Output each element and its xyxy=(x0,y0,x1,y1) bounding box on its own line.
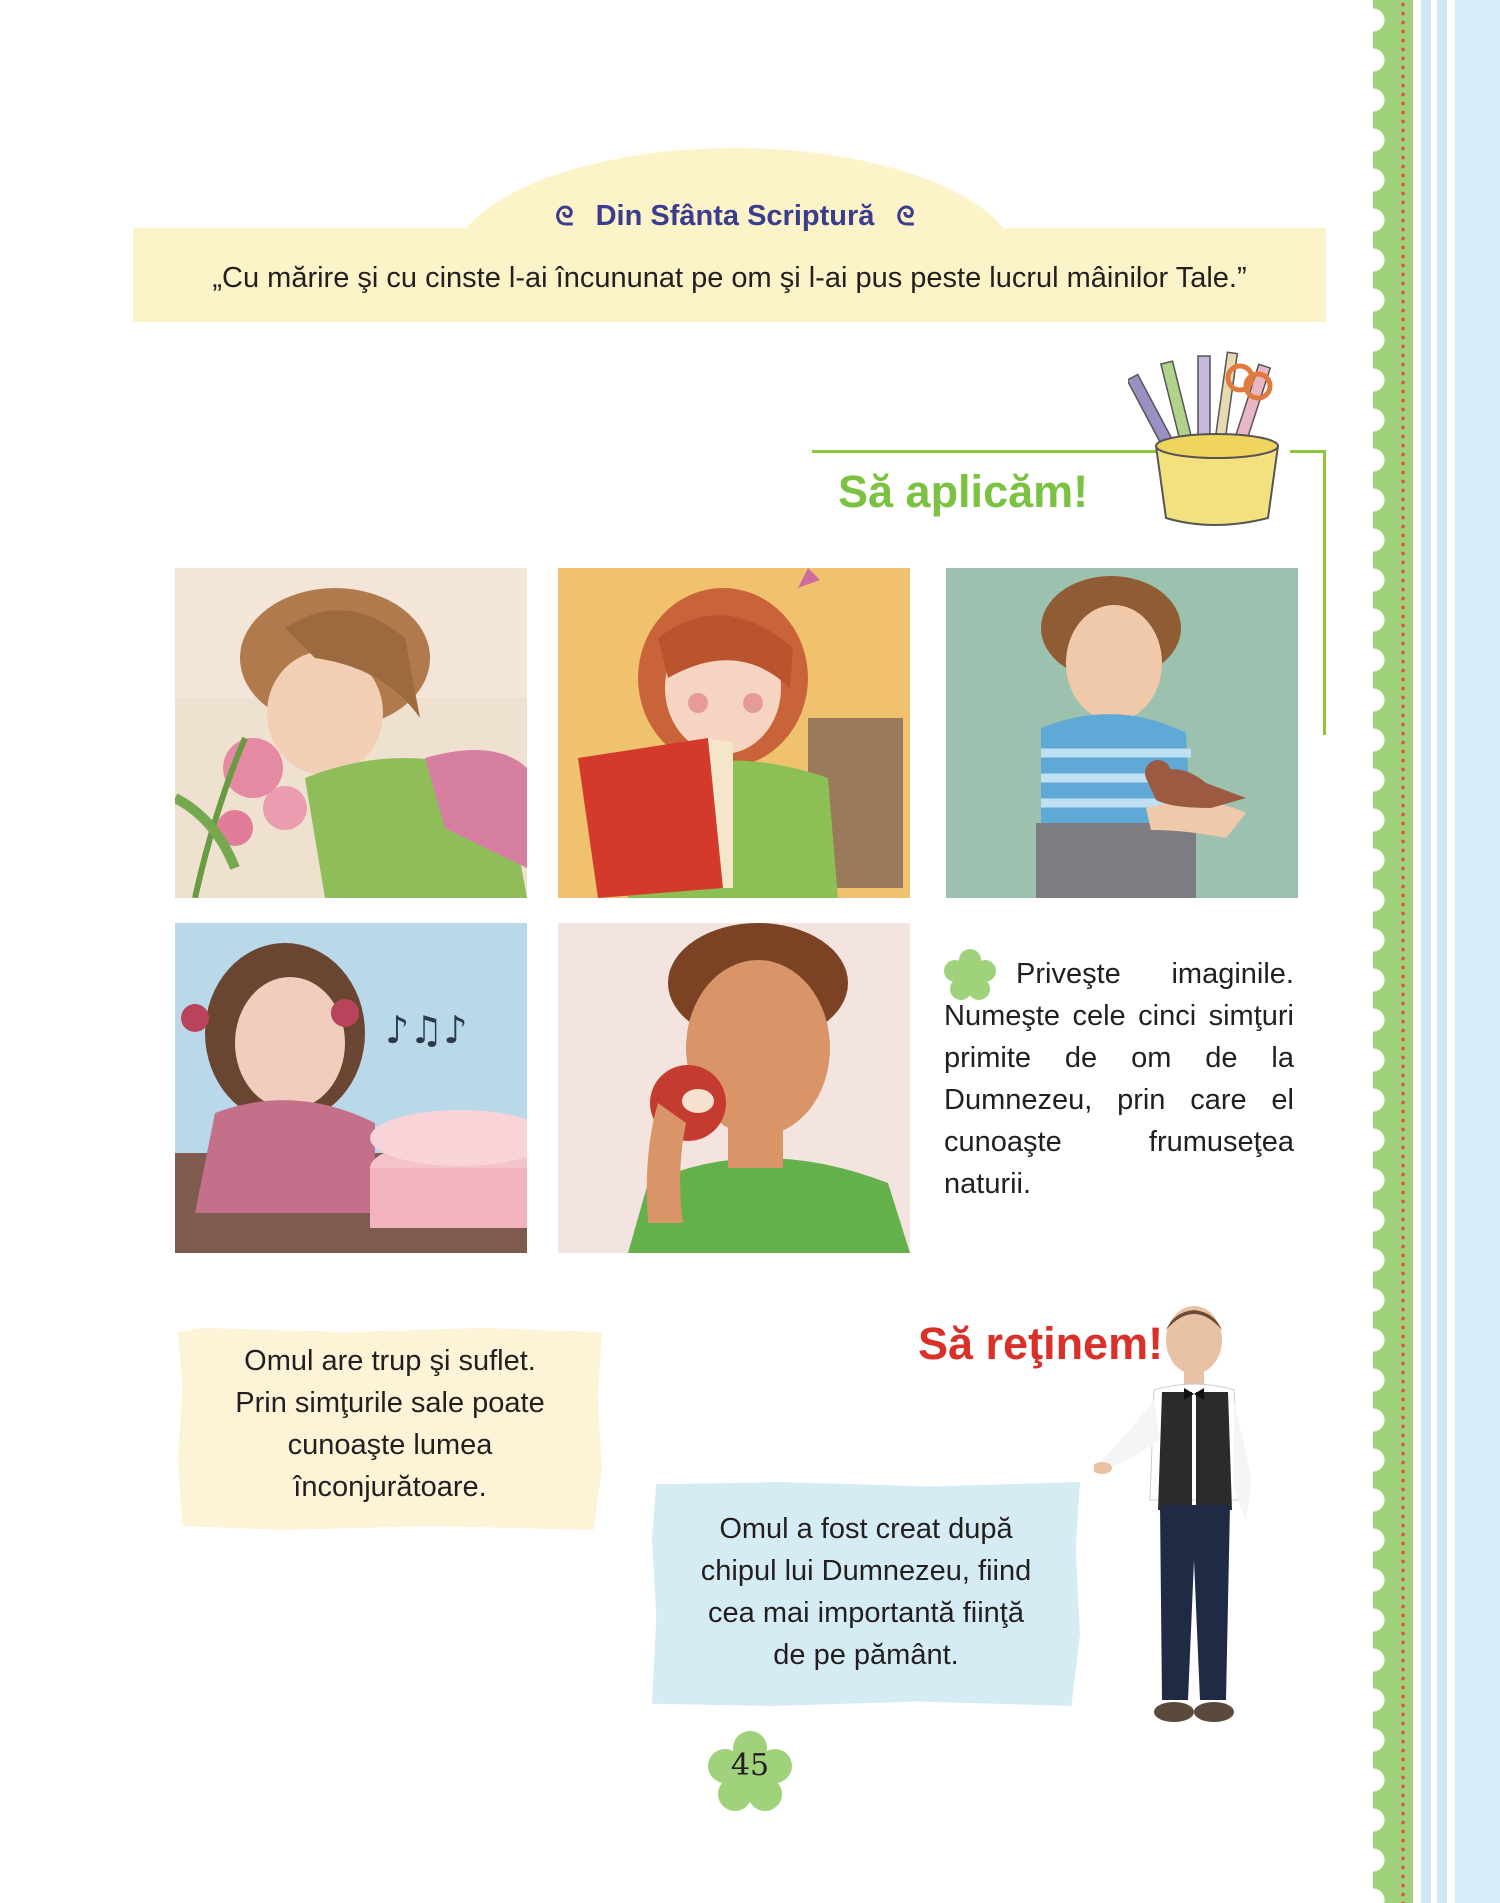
section-bracket-line xyxy=(1323,450,1326,735)
note-line: cea mai importantă fiinţă xyxy=(708,1597,1024,1629)
note-card-image-of-god-text: Omul a fost creat după chipul lui Dumnez… xyxy=(652,1508,1080,1676)
note-line: Prin simţurile sale poate xyxy=(235,1387,545,1419)
note-line: înconjurătoare. xyxy=(293,1471,487,1503)
page-edge-scallop xyxy=(1373,0,1413,1903)
note-line: cunoaşte lumea xyxy=(287,1429,493,1461)
picture-boy-holding-bird xyxy=(946,568,1298,898)
svg-text:♪♫♪: ♪♫♪ xyxy=(385,1008,468,1052)
page-edge-stripes xyxy=(1413,0,1500,1903)
pencil-cup-icon xyxy=(1128,351,1280,526)
picture-girl-listening-music: ♪♫♪ xyxy=(175,923,527,1253)
picture-girl-reading-book xyxy=(558,568,910,898)
page-number: 45 xyxy=(730,1748,770,1783)
scripture-quote: „Cu mărire şi cu cinste l-ai încununat p… xyxy=(212,262,1247,294)
note-line: Omul a fost creat după xyxy=(719,1513,1013,1545)
page-edge-stitch xyxy=(1401,0,1405,1903)
note-card-body-soul-text: Omul are trup şi suflet. Prin simţurile … xyxy=(178,1340,602,1508)
note-line: de pe pământ. xyxy=(773,1639,959,1671)
apply-heading: Să aplicăm! xyxy=(838,466,1089,517)
apply-instruction: Priveşte imaginile. Numeşte cele cinci s… xyxy=(944,958,1294,1200)
picture-boy-presenting xyxy=(1094,1306,1252,1722)
ornament-swirl-icon: ᘓ xyxy=(555,201,574,231)
picture-boy-eating-apple xyxy=(558,923,910,1253)
scripture-title-row: ᘓ Din Sfânta Scriptură ᘓ xyxy=(450,200,1020,233)
ornament-swirl-icon: ᘓ xyxy=(896,201,915,231)
picture-girl-smelling-flowers xyxy=(175,568,527,898)
note-line: Omul are trup şi suflet. xyxy=(244,1345,536,1377)
scripture-title: Din Sfânta Scriptură xyxy=(595,200,875,232)
note-line: chipul lui Dumnezeu, fiind xyxy=(700,1555,1032,1587)
